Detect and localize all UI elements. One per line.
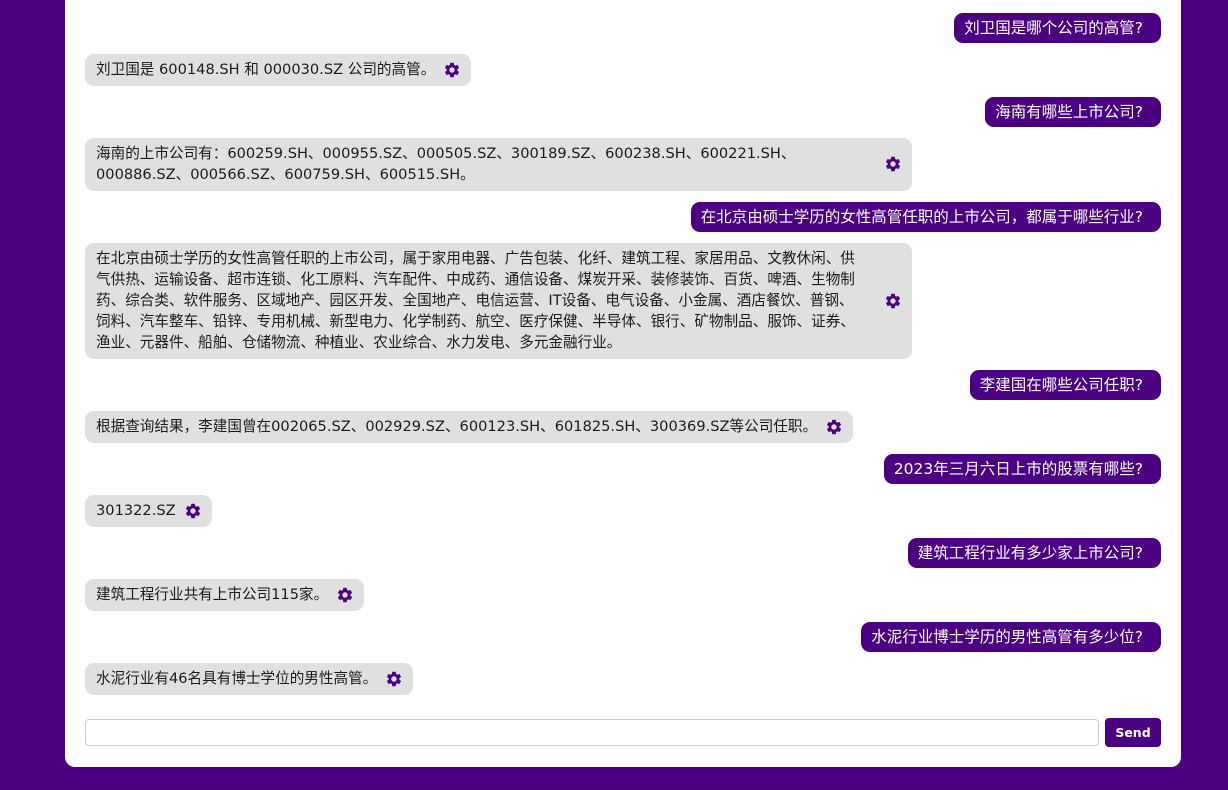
bot-message-text: 海南的上市公司有：600259.SH、000955.SZ、000505.SZ、3… [96,145,796,183]
user-message-bubble: 在北京由硕士学历的女性高管任职的上市公司，都属于哪些行业? [690,202,1161,232]
gear-icon[interactable] [184,502,202,520]
gear-icon[interactable] [385,670,403,688]
bot-message-row: 在北京由硕士学历的女性高管任职的上市公司，属于家用电器、广告包装、化纤、建筑工程… [85,243,1161,359]
message-list: 刘卫国是哪个公司的高管? 刘卫国是 600148.SH 和 000030.SZ 公… [85,13,1161,706]
bot-message-row: 建筑工程行业共有上市公司115家。 [85,579,1161,611]
gear-icon[interactable] [443,61,461,79]
user-message-bubble: 水泥行业博士学历的男性高管有多少位? [861,622,1161,652]
user-message-row: 刘卫国是哪个公司的高管? [85,13,1161,43]
user-message-row: 建筑工程行业有多少家上市公司? [85,538,1161,568]
bot-message-bubble: 水泥行业有46名具有博士学位的男性高管。 [85,663,414,695]
message-input[interactable] [85,719,1099,746]
gear-icon[interactable] [884,292,902,310]
bot-message-bubble: 301322.SZ [85,495,212,527]
bot-message-row: 根据查询结果，李建国曾在002065.SZ、002929.SZ、600123.S… [85,411,1161,443]
bot-message-row: 301322.SZ [85,495,1161,527]
bot-message-row: 海南的上市公司有：600259.SH、000955.SZ、000505.SZ、3… [85,138,1161,191]
gear-icon[interactable] [884,155,902,173]
bot-message-bubble: 在北京由硕士学历的女性高管任职的上市公司，属于家用电器、广告包装、化纤、建筑工程… [85,243,912,359]
user-message-bubble: 李建国在哪些公司任职? [969,370,1161,400]
send-button[interactable]: Send [1105,718,1161,747]
chat-panel: 刘卫国是哪个公司的高管? 刘卫国是 600148.SH 和 000030.SZ 公… [65,0,1181,767]
user-message-row: 2023年三月六日上市的股票有哪些? [85,454,1161,484]
user-message-row: 李建国在哪些公司任职? [85,370,1161,400]
bot-message-bubble: 海南的上市公司有：600259.SH、000955.SZ、000505.SZ、3… [85,138,912,191]
user-message-row: 在北京由硕士学历的女性高管任职的上市公司，都属于哪些行业? [85,202,1161,232]
user-message-bubble: 建筑工程行业有多少家上市公司? [907,538,1161,568]
bot-message-row: 刘卫国是 600148.SH 和 000030.SZ 公司的高管。 [85,54,1161,86]
user-message-bubble: 刘卫国是哪个公司的高管? [954,13,1161,43]
user-message-row: 海南有哪些上市公司? [85,97,1161,127]
bot-message-bubble: 建筑工程行业共有上市公司115家。 [85,579,365,611]
bot-message-text: 建筑工程行业共有上市公司115家。 [96,586,329,603]
bot-message-bubble: 根据查询结果，李建国曾在002065.SZ、002929.SZ、600123.S… [85,411,854,443]
bot-message-text: 301322.SZ [96,502,176,519]
gear-icon[interactable] [825,418,843,436]
gear-icon[interactable] [336,586,354,604]
bot-message-text: 水泥行业有46名具有博士学位的男性高管。 [96,670,378,687]
user-message-bubble: 2023年三月六日上市的股票有哪些? [883,454,1161,484]
user-message-bubble: 海南有哪些上市公司? [985,97,1161,127]
bot-message-bubble: 刘卫国是 600148.SH 和 000030.SZ 公司的高管。 [85,54,472,86]
bot-message-text: 刘卫国是 600148.SH 和 000030.SZ 公司的高管。 [96,61,436,78]
bot-message-text: 根据查询结果，李建国曾在002065.SZ、002929.SZ、600123.S… [96,418,818,435]
composer: Send [85,718,1161,747]
bot-message-text: 在北京由硕士学历的女性高管任职的上市公司，属于家用电器、广告包装、化纤、建筑工程… [96,250,855,351]
bot-message-row: 水泥行业有46名具有博士学位的男性高管。 [85,663,1161,695]
user-message-row: 水泥行业博士学历的男性高管有多少位? [85,622,1161,652]
